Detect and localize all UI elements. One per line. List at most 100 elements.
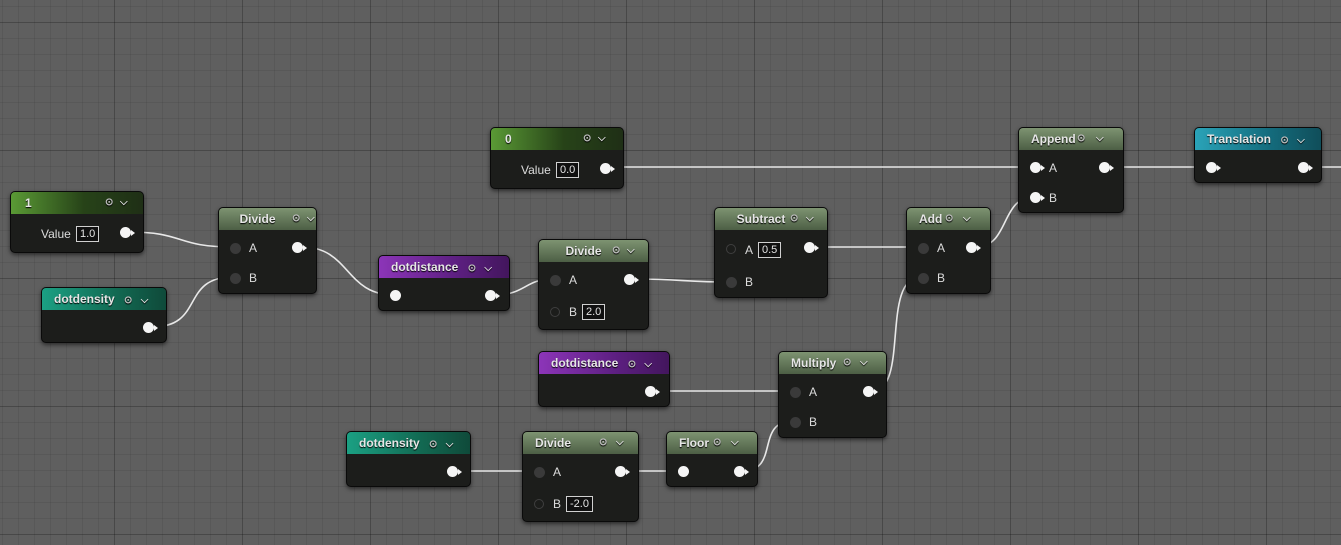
node-header[interactable]: 0 ⊙ ⌵ (491, 128, 623, 150)
pin-icon[interactable]: ⊙ (843, 352, 851, 374)
output-pin[interactable] (624, 274, 639, 285)
pin-icon[interactable]: ⊙ (790, 208, 798, 230)
chevron-down-icon[interactable]: ⌵ (120, 192, 128, 214)
chevron-down-icon[interactable]: ⌵ (644, 354, 652, 376)
input-pin-a[interactable] (918, 243, 929, 254)
chevron-down-icon[interactable]: ⌵ (616, 432, 624, 454)
floor-node[interactable]: Floor ⊙ ⌵ (666, 431, 758, 487)
node-header[interactable]: Subtract ⊙ ⌵ (715, 208, 827, 230)
chevron-down-icon[interactable]: ⌵ (1096, 128, 1104, 150)
node-header[interactable]: dotdensity ⊙ ⌵ (42, 288, 166, 310)
chevron-down-icon[interactable]: ⌵ (627, 240, 635, 262)
node-header[interactable]: Add ⊙ ⌵ (907, 208, 990, 230)
chevron-down-icon[interactable]: ⌵ (963, 208, 971, 230)
input-pin-a[interactable] (534, 467, 545, 478)
output-pin[interactable] (734, 466, 749, 477)
input-pin[interactable] (390, 290, 401, 301)
append-node[interactable]: Append ⊙ ⌵ A B (1018, 127, 1124, 213)
node-title: Append (1031, 132, 1076, 146)
curve-node-dotdistance[interactable]: dotdistance ⊙ ⌵ (378, 255, 510, 311)
a-value-field[interactable]: 0.5 (758, 242, 782, 258)
pin-icon[interactable]: ⊙ (713, 432, 721, 454)
input-pin-b[interactable] (1030, 192, 1045, 203)
output-pin[interactable] (863, 386, 878, 397)
node-header[interactable]: Divide ⊙ ⌵ (523, 432, 638, 454)
chevron-down-icon[interactable]: ⌵ (806, 208, 814, 230)
value-field[interactable]: 1.0 (76, 226, 100, 242)
translation-node[interactable]: Translation ⊙ ⌵ (1194, 127, 1322, 183)
chevron-down-icon[interactable]: ⌵ (1297, 130, 1305, 152)
input-pin[interactable] (1206, 162, 1221, 173)
pin-icon[interactable]: ⊙ (429, 434, 437, 456)
node-header[interactable]: Floor ⊙ ⌵ (667, 432, 757, 454)
node-header[interactable]: 1 ⊙ ⌵ (11, 192, 143, 214)
output-pin[interactable] (1298, 162, 1313, 173)
node-title: dotdistance (551, 356, 619, 370)
chevron-down-icon[interactable]: ⌵ (598, 128, 606, 150)
output-pin[interactable] (645, 386, 660, 397)
chevron-down-icon[interactable]: ⌵ (307, 208, 315, 230)
node-title: Add (919, 212, 943, 226)
node-header[interactable]: Multiply ⊙ ⌵ (779, 352, 886, 374)
node-header[interactable]: Append ⊙ ⌵ (1019, 128, 1123, 150)
input-pin-a[interactable] (790, 387, 801, 398)
output-pin[interactable] (615, 466, 630, 477)
input-pin-b[interactable] (918, 273, 929, 284)
input-pin-b[interactable] (230, 273, 241, 284)
pin-icon[interactable]: ⊙ (628, 354, 636, 376)
node-header[interactable]: dotdensity ⊙ ⌵ (347, 432, 470, 454)
chevron-down-icon[interactable]: ⌵ (446, 434, 454, 456)
pin-icon[interactable]: ⊙ (468, 258, 476, 280)
output-pin[interactable] (120, 227, 135, 238)
pin-icon[interactable]: ⊙ (945, 208, 953, 230)
input-pin-a[interactable] (1030, 162, 1045, 173)
input-pin-b[interactable] (550, 307, 560, 317)
output-pin[interactable] (292, 242, 307, 253)
output-pin[interactable] (143, 322, 158, 333)
output-pin[interactable] (600, 163, 615, 174)
output-pin[interactable] (485, 290, 500, 301)
b-value-field[interactable]: -2.0 (566, 496, 593, 512)
input-pin-b[interactable] (534, 499, 544, 509)
input-pin[interactable] (678, 466, 689, 477)
output-pin[interactable] (1099, 162, 1114, 173)
parameter-node-dotdensity[interactable]: dotdensity ⊙ ⌵ (41, 287, 167, 343)
b-value-field[interactable]: 2.0 (582, 304, 606, 320)
curve-node-dotdistance-2[interactable]: dotdistance ⊙ ⌵ (538, 351, 670, 407)
pin-icon[interactable]: ⊙ (292, 208, 300, 230)
divide-node-3[interactable]: Divide ⊙ ⌵ A B -2.0 (522, 431, 639, 522)
add-node[interactable]: Add ⊙ ⌵ A B (906, 207, 991, 294)
pin-icon[interactable]: ⊙ (599, 432, 607, 454)
subtract-node[interactable]: Subtract ⊙ ⌵ A 0.5 B (714, 207, 828, 298)
output-pin[interactable] (804, 242, 819, 253)
divide-node-1[interactable]: Divide ⊙ ⌵ A B (218, 207, 317, 294)
constant-node-0[interactable]: 0 ⊙ ⌵ Value 0.0 (490, 127, 624, 189)
parameter-node-dotdensity-2[interactable]: dotdensity ⊙ ⌵ (346, 431, 471, 487)
pin-icon[interactable]: ⊙ (1077, 128, 1085, 150)
input-pin-a[interactable] (550, 275, 561, 286)
pin-icon[interactable]: ⊙ (583, 128, 591, 150)
input-pin-a[interactable] (726, 244, 736, 254)
pin-icon[interactable]: ⊙ (105, 192, 113, 214)
chevron-down-icon[interactable]: ⌵ (484, 258, 492, 280)
node-header[interactable]: Divide ⊙ ⌵ (539, 240, 648, 262)
node-header[interactable]: dotdistance ⊙ ⌵ (539, 352, 669, 374)
pin-icon[interactable]: ⊙ (1280, 130, 1288, 152)
output-pin[interactable] (447, 466, 462, 477)
node-header[interactable]: dotdistance ⊙ ⌵ (379, 256, 509, 278)
input-pin-b[interactable] (726, 277, 737, 288)
divide-node-2[interactable]: Divide ⊙ ⌵ A B 2.0 (538, 239, 649, 330)
input-pin-a[interactable] (230, 243, 241, 254)
chevron-down-icon[interactable]: ⌵ (141, 290, 149, 312)
pin-icon[interactable]: ⊙ (124, 290, 132, 312)
pin-icon[interactable]: ⊙ (612, 240, 620, 262)
node-header[interactable]: Divide ⊙ ⌵ (219, 208, 316, 230)
chevron-down-icon[interactable]: ⌵ (731, 432, 739, 454)
constant-node-1[interactable]: 1 ⊙ ⌵ Value 1.0 (10, 191, 144, 253)
output-pin[interactable] (966, 242, 981, 253)
node-header[interactable]: Translation ⊙ ⌵ (1195, 128, 1321, 150)
input-pin-b[interactable] (790, 417, 801, 428)
value-field[interactable]: 0.0 (556, 162, 580, 178)
multiply-node[interactable]: Multiply ⊙ ⌵ A B (778, 351, 887, 438)
chevron-down-icon[interactable]: ⌵ (860, 352, 868, 374)
